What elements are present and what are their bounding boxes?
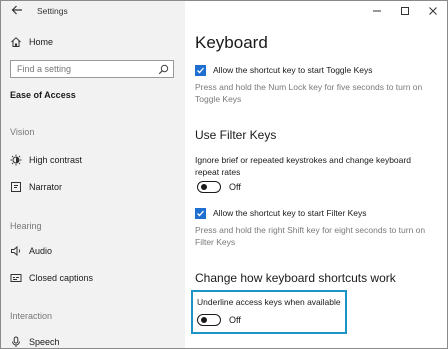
toggle-keys-description: Press and hold the Num Lock key for five… — [195, 81, 435, 105]
desc-line: Toggle Keys — [195, 94, 242, 104]
desc-line: Press and hold the right Shift key for e… — [195, 225, 426, 235]
minimize-button[interactable] — [363, 1, 391, 21]
filter-keys-help: Press and hold the right Shift key for e… — [195, 224, 435, 248]
settings-window: Settings Home Find a setting Ease of Acc… — [0, 0, 448, 349]
search-icon — [158, 64, 169, 75]
highlight-box — [191, 290, 347, 334]
shortcuts-title: Change how keyboard shortcuts work — [195, 271, 396, 285]
page-title: Keyboard — [195, 33, 268, 52]
close-button[interactable] — [419, 1, 447, 21]
filter-keys-toggle-row: Off — [197, 181, 241, 193]
toggle-keys-shortcut-row: Allow the shortcut key to start Toggle K… — [195, 65, 373, 76]
group-header-vision: Vision — [10, 127, 35, 137]
sidebar-item-label: Audio — [29, 246, 53, 256]
sidebar-item-label: Home — [29, 37, 54, 47]
microphone-icon — [10, 336, 22, 348]
desc-line: repeat rates — [195, 167, 241, 177]
sun-icon — [10, 154, 22, 166]
app-title: Settings — [37, 6, 68, 16]
home-icon — [10, 36, 22, 48]
narrator-icon — [10, 181, 22, 193]
sidebar-item-label: High contrast — [29, 155, 83, 165]
sidebar-item-high-contrast[interactable]: High contrast — [1, 150, 185, 170]
search-input[interactable]: Find a setting — [10, 60, 174, 78]
captions-icon — [10, 272, 22, 284]
sidebar-item-label: Speech — [29, 337, 60, 347]
sidebar-item-narrator[interactable]: Narrator — [1, 177, 185, 197]
back-arrow-icon — [11, 5, 22, 15]
filter-keys-toggle[interactable] — [197, 181, 221, 193]
filter-keys-shortcut-checkbox[interactable] — [195, 208, 206, 219]
minimize-icon — [373, 10, 381, 12]
sidebar-item-audio[interactable]: Audio — [1, 241, 185, 261]
window-controls — [363, 1, 447, 23]
sidebar-item-label: Closed captions — [29, 273, 94, 283]
close-icon — [429, 7, 437, 15]
checkmark-icon — [197, 210, 204, 217]
title-bar: Settings — [1, 1, 185, 23]
filter-keys-description: Ignore brief or repeated keystrokes and … — [195, 154, 435, 178]
sidebar: Settings Home Find a setting Ease of Acc… — [1, 1, 185, 348]
filter-keys-toggle-state: Off — [229, 182, 241, 192]
toggle-keys-shortcut-checkbox[interactable] — [195, 65, 206, 76]
group-header-interaction: Interaction — [10, 311, 53, 321]
maximize-button[interactable] — [391, 1, 419, 21]
group-header-hearing: Hearing — [10, 221, 42, 231]
maximize-icon — [401, 7, 409, 15]
desc-line: Ignore brief or repeated keystrokes and … — [195, 155, 411, 165]
toggle-knob — [201, 184, 207, 190]
sidebar-item-speech[interactable]: Speech — [1, 332, 185, 348]
sidebar-item-label: Narrator — [29, 182, 63, 192]
speaker-icon — [10, 245, 22, 257]
checkmark-icon — [197, 67, 204, 74]
search-placeholder: Find a setting — [17, 64, 72, 74]
sidebar-item-home[interactable]: Home — [1, 32, 185, 52]
desc-line: Filter Keys — [195, 237, 236, 247]
back-button[interactable] — [9, 4, 25, 20]
current-section-label: Ease of Access — [10, 90, 76, 100]
sidebar-item-closed-captions[interactable]: Closed captions — [1, 268, 185, 288]
toggle-keys-shortcut-label: Allow the shortcut key to start Toggle K… — [213, 65, 373, 75]
filter-keys-title: Use Filter Keys — [195, 128, 277, 142]
desc-line: Press and hold the Num Lock key for five… — [195, 82, 423, 92]
filter-keys-shortcut-label: Allow the shortcut key to start Filter K… — [213, 208, 367, 218]
filter-keys-shortcut-row: Allow the shortcut key to start Filter K… — [195, 208, 367, 219]
